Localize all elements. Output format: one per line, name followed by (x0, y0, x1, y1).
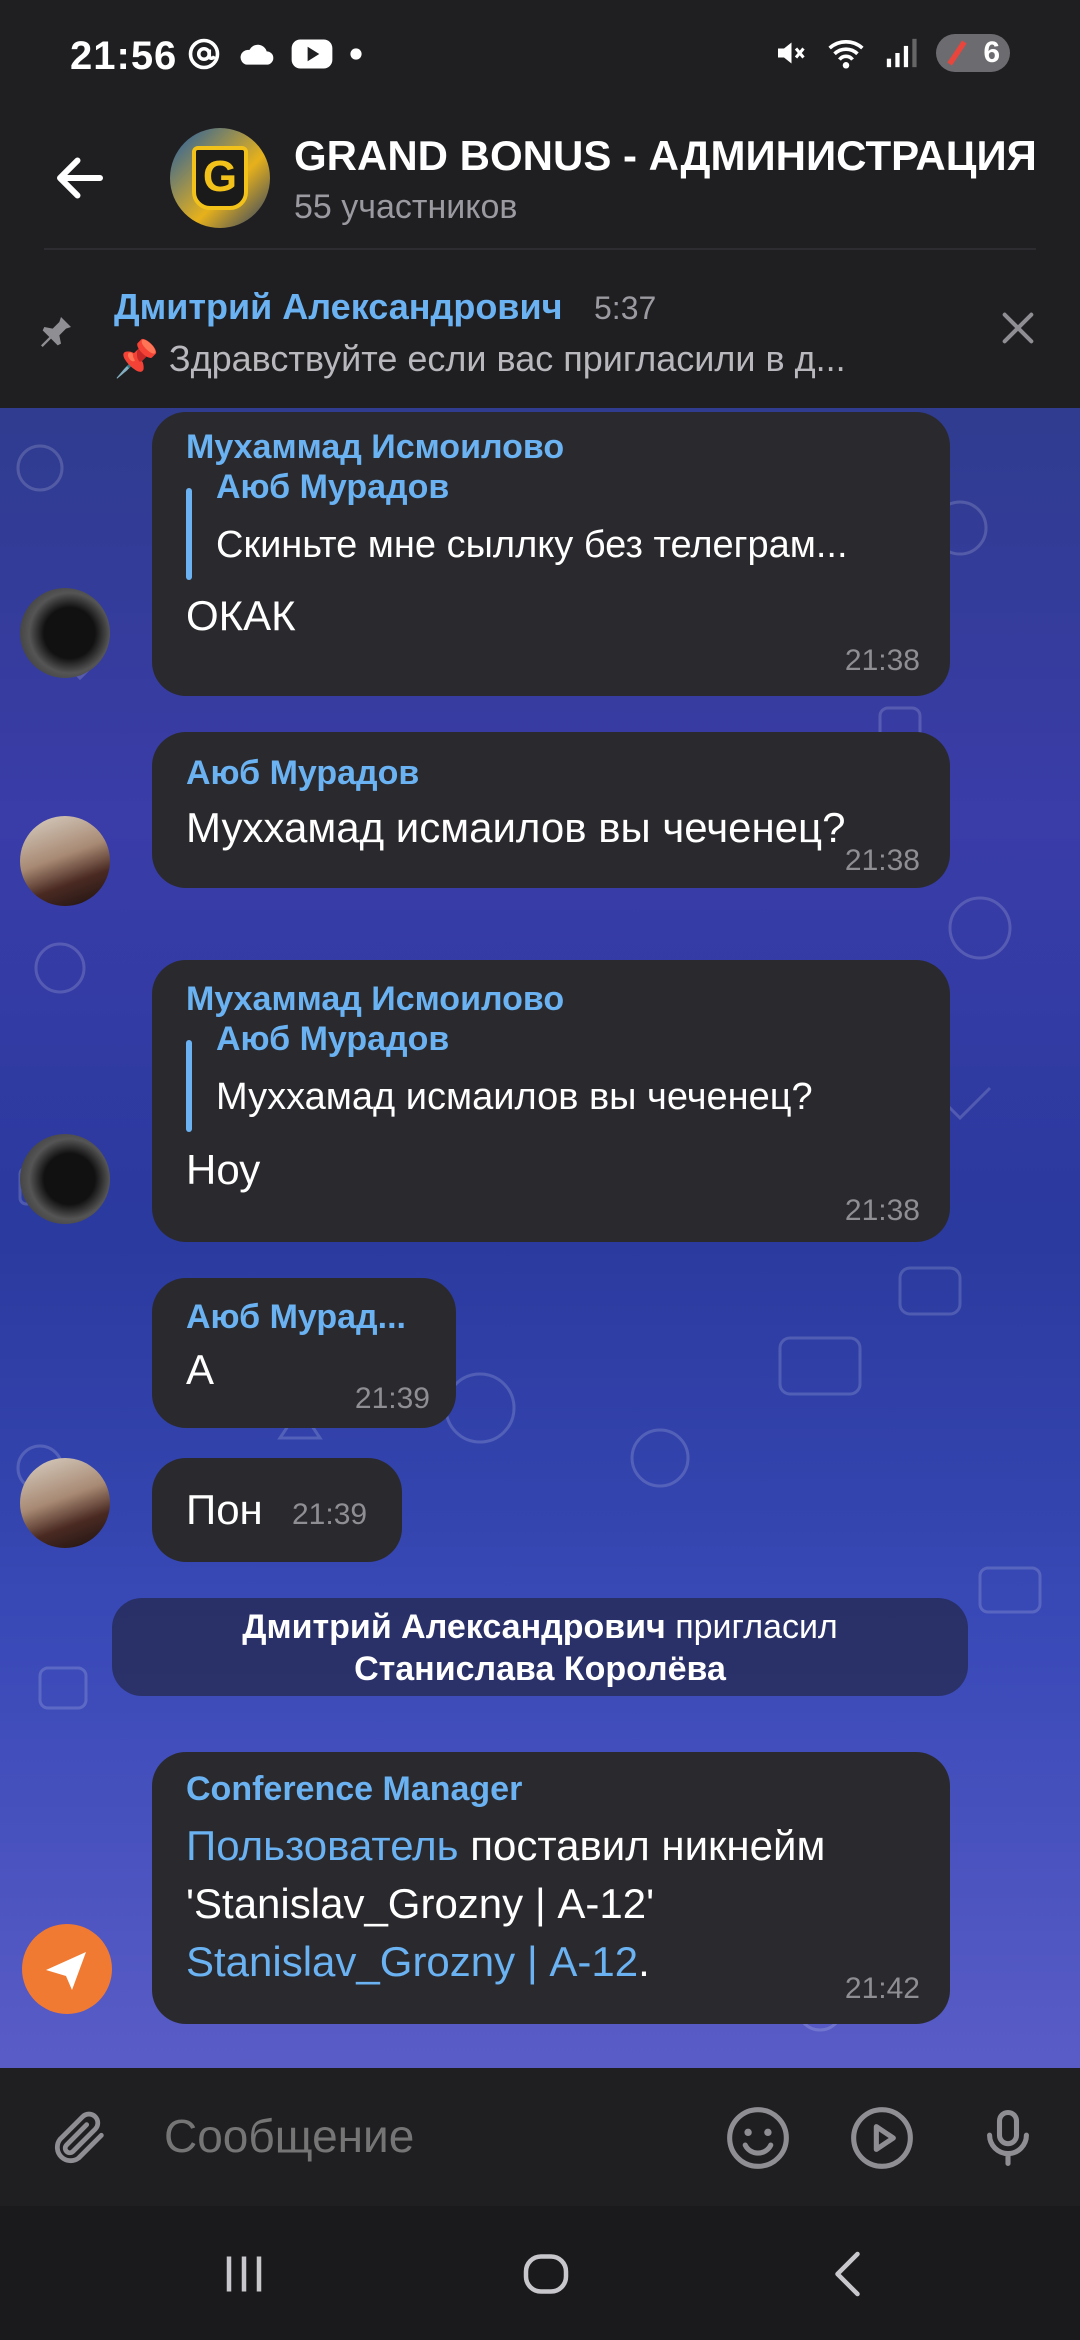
wifi-icon (828, 40, 864, 69)
sender-avatar[interactable] (20, 588, 110, 678)
reply-bar (186, 1040, 192, 1132)
message-time: 21:39 (292, 1498, 368, 1531)
status-bar: 21:56 6 (0, 0, 1080, 118)
play-circle-icon[interactable] (848, 2104, 916, 2172)
message-bubble[interactable]: Аюб Мурад... А 21:39 (152, 1278, 456, 1428)
reply-text[interactable]: Муххамад исмаилов вы чеченец? (216, 1076, 813, 1119)
message-time: 21:38 (844, 844, 920, 877)
nickname-link[interactable]: Stanislav_Grozny | А-12 (186, 1938, 638, 1985)
home-icon[interactable] (516, 2244, 576, 2304)
sender-avatar[interactable] (20, 816, 110, 906)
reply-bar (186, 488, 192, 580)
message-text: Муххамад исмаилов вы чеченец? (186, 804, 846, 851)
at-icon (188, 38, 220, 70)
avatar-logo: G (192, 146, 248, 210)
message-text: Пон (186, 1486, 263, 1533)
message-bubble[interactable]: Пон 21:39 (152, 1458, 402, 1562)
arrow-left-icon[interactable] (50, 148, 110, 208)
message-text: ОКАК (186, 592, 296, 639)
message-input-bar (0, 2068, 1080, 2206)
message-time: 21:38 (844, 644, 920, 677)
cloud-icon (240, 44, 274, 65)
message-text-part: . (638, 1938, 650, 1985)
battery-indicator: 6 (936, 34, 1010, 72)
message-text: Пользователь поставил никнейм (186, 1822, 825, 1870)
reply-author[interactable]: Аюб Мурадов (216, 468, 449, 507)
system-actor[interactable]: Дмитрий Александрович (242, 1608, 666, 1646)
message-time: 21:38 (844, 1194, 920, 1227)
message-sender[interactable]: Мухаммад Исмоилово (186, 428, 564, 467)
youtube-icon (291, 39, 333, 69)
sender-avatar[interactable] (20, 1458, 110, 1548)
chat-area[interactable]: Мухаммад Исмоилово Аюб Мурадов Скиньте м… (0, 408, 1080, 2068)
message-time: 21:39 (354, 1382, 430, 1415)
status-right-icons: 6 (772, 34, 1010, 72)
mute-icon (778, 42, 805, 64)
send-icon (46, 1952, 86, 1990)
message-sender[interactable]: Аюб Мурадов (186, 754, 419, 793)
emoji-icon[interactable] (724, 2104, 792, 2172)
pinned-author: Дмитрий Александрович (114, 286, 563, 327)
user-link[interactable]: Пользователь (186, 1822, 459, 1869)
message-text-part: поставил никнейм (458, 1822, 826, 1869)
chat-header: G GRAND BONUS - АДМИНИСТРАЦИЯ 55 участни… (0, 118, 1080, 250)
message-bubble[interactable]: Conference Manager Пользователь поставил… (152, 1752, 950, 2024)
system-nav-bar (0, 2206, 1080, 2340)
message-text: Ноу (186, 1146, 261, 1193)
message-text: Stanislav_Grozny | А-12. (186, 1938, 650, 1986)
message-sender[interactable]: Аюб Мурад... (186, 1298, 406, 1337)
battery-level: 6 (983, 36, 1000, 69)
message-sender[interactable]: Conference Manager (186, 1770, 522, 1809)
pinned-text: 📌 Здравствуйте если вас пригласили в д..… (114, 338, 846, 379)
reply-text[interactable]: Скиньте мне сыллку без телеграм... (216, 524, 848, 567)
chat-member-count: 55 участников (294, 188, 518, 226)
message-text: А (186, 1346, 215, 1393)
pinned-message-bar[interactable]: Дмитрий Александрович 5:37 📌 Здравствуйт… (0, 250, 1080, 408)
signal-icon (886, 38, 917, 68)
pin-icon (41, 317, 71, 347)
message-sender[interactable]: Мухаммад Исмоилово (186, 980, 564, 1019)
close-icon[interactable] (998, 308, 1038, 348)
battery-saver-icon (947, 40, 967, 66)
bot-avatar[interactable] (22, 1924, 112, 2014)
message-bubble[interactable]: Мухаммад Исмоилово Аюб Мурадов Скиньте м… (152, 412, 950, 696)
message-bubble[interactable]: Мухаммад Исмоилово Аюб Мурадов Муххамад … (152, 960, 950, 1242)
nav-back-icon[interactable] (820, 2244, 880, 2304)
system-action: пригласил (665, 1608, 838, 1646)
microphone-icon[interactable] (974, 2104, 1042, 2172)
paperclip-icon[interactable] (48, 2106, 112, 2170)
recent-apps-icon[interactable] (214, 2244, 274, 2304)
message-time: 21:42 (844, 1972, 920, 2005)
message-text-nickname: 'Stanislav_Grozny | А-12' (186, 1880, 655, 1927)
message-input[interactable] (162, 2108, 666, 2164)
status-left-icons (186, 36, 364, 72)
chat-avatar[interactable]: G (170, 128, 270, 228)
system-message: Дмитрий Александрович пригласил Станисла… (112, 1598, 968, 1696)
system-target[interactable]: Станислава Королёва (354, 1650, 726, 1688)
status-time: 21:56 (70, 34, 178, 78)
chat-title[interactable]: GRAND BONUS - АДМИНИСТРАЦИЯ (294, 132, 1037, 180)
dot-icon (350, 48, 362, 60)
sender-avatar[interactable] (20, 1134, 110, 1224)
pinned-time: 5:37 (594, 290, 657, 326)
reply-author[interactable]: Аюб Мурадов (216, 1020, 449, 1059)
message-bubble[interactable]: Аюб Мурадов Муххамад исмаилов вы чеченец… (152, 732, 950, 888)
